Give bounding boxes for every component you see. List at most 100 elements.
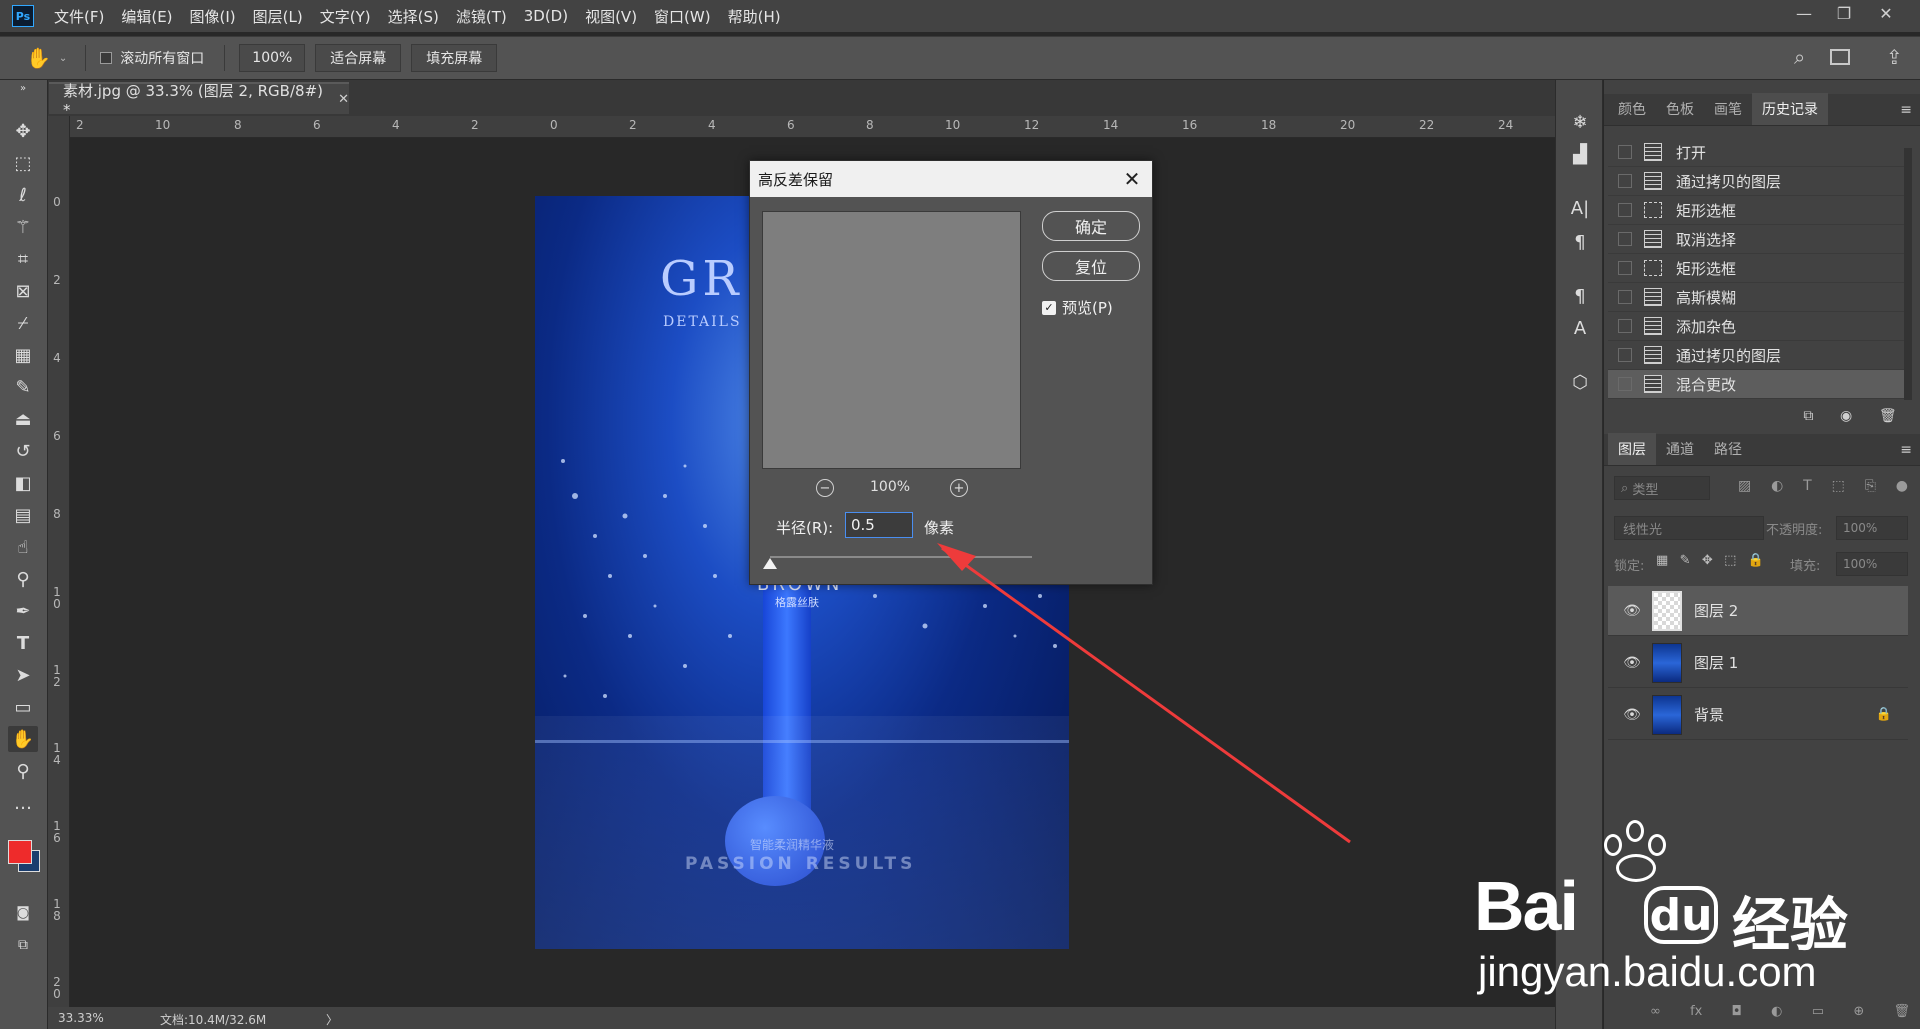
close-app-button[interactable]: ✕ [1866,0,1906,26]
restore-button[interactable]: ❐ [1824,0,1864,26]
smudge-tool-icon[interactable]: ☝ [8,534,38,560]
radius-input[interactable] [845,512,913,538]
panel-menu-icon[interactable]: ≡ [1900,102,1912,118]
tab-paths[interactable]: 路径 [1704,433,1752,465]
tab-layers[interactable]: 图层 [1608,433,1656,465]
eraser-tool-icon[interactable]: ◧ [8,470,38,496]
lock-artboard-icon[interactable]: ⬚ [1724,553,1736,573]
scroll-all-checkbox[interactable] [100,52,113,64]
menu-filter[interactable]: 滤镜(T) [456,6,507,27]
opacity-input[interactable]: 100% [1836,516,1908,540]
zoom-in-icon[interactable]: + [950,479,968,497]
layers-menu-icon[interactable]: ≡ [1900,442,1912,458]
layer-row[interactable]: 👁 背景 🔒 [1608,690,1908,740]
gradient-tool-icon[interactable]: ▤ [8,502,38,528]
minimize-button[interactable]: — [1784,0,1824,26]
zoom-tool-icon[interactable]: ⚲ [8,758,38,784]
layer-name[interactable]: 图层 2 [1694,600,1738,621]
healing-brush-tool-icon[interactable]: ▦ [8,342,38,368]
history-source-checkbox[interactable] [1618,377,1632,391]
history-source-checkbox[interactable] [1618,348,1632,362]
character-style-icon[interactable]: A [1568,316,1592,340]
fill-input[interactable]: 100% [1836,552,1908,576]
chevron-down-icon[interactable]: ⌄ [59,53,67,64]
history-source-checkbox[interactable] [1618,232,1632,246]
histogram-icon[interactable]: ▟ [1568,142,1592,166]
eye-icon[interactable]: 👁 [1622,655,1642,671]
marquee-tool-icon[interactable]: ⬚ [8,150,38,176]
layer-row[interactable]: 👁 图层 1 [1608,638,1908,688]
fill-screen-button[interactable]: 填充屏幕 [411,44,498,72]
screen-mode-icon[interactable]: ⧉ [8,932,38,958]
menu-view[interactable]: 视图(V) [585,6,637,27]
radius-slider-track[interactable] [770,556,1032,558]
paragraph-style-icon[interactable]: ¶ [1568,284,1592,308]
fit-screen-button[interactable]: 适合屏幕 [315,44,402,72]
history-item[interactable]: 通过拷贝的图层 [1608,167,1908,196]
dodge-tool-icon[interactable]: ⚲ [8,566,38,592]
lock-icon[interactable]: 🔒 [1876,707,1892,722]
move-tool-icon[interactable]: ✥ [8,118,38,144]
history-item[interactable]: 取消选择 [1608,225,1908,254]
document-tab[interactable]: 素材.jpg @ 33.3% (图层 2, RGB/8#) * ✕ [49,82,349,119]
history-item[interactable]: 矩形选框 [1608,196,1908,225]
layer-filter-dropdown[interactable]: ⌕ 类型 [1614,476,1710,500]
history-item[interactable]: 混合更改 [1608,370,1908,399]
status-arrow-icon[interactable]: 〉 [326,1011,338,1028]
delete-layer-icon[interactable]: 🗑 [1893,1004,1910,1026]
tab-brushes[interactable]: 画笔 [1704,93,1752,125]
filter-preview[interactable] [762,211,1021,469]
lock-image-icon[interactable]: ✎ [1680,553,1691,573]
history-brush-tool-icon[interactable]: ↺ [8,438,38,464]
type-tool-icon[interactable]: T [8,630,38,656]
tab-swatches[interactable]: 色板 [1656,93,1704,125]
history-item[interactable]: 通过拷贝的图层 [1608,341,1908,370]
menu-layer[interactable]: 图层(L) [253,6,303,27]
adjustment-icon[interactable]: ❄ [1568,110,1592,134]
filter-toggle-icon[interactable]: ● [1896,478,1908,498]
path-selection-tool-icon[interactable]: ➤ [8,662,38,688]
3d-icon[interactable]: ⬡ [1568,370,1592,394]
pixel-filter-icon[interactable]: ▨ [1738,478,1751,498]
menu-help[interactable]: 帮助(H) [728,6,781,27]
adjustment-filter-icon[interactable]: ◐ [1771,478,1783,498]
more-tools-icon[interactable]: … [8,790,38,816]
history-source-checkbox[interactable] [1618,203,1632,217]
history-item[interactable]: 高斯模糊 [1608,283,1908,312]
history-item[interactable]: 矩形选框 [1608,254,1908,283]
menu-file[interactable]: 文件(F) [54,6,104,27]
brush-tool-icon[interactable]: ✎ [8,374,38,400]
character-icon[interactable]: A| [1568,196,1592,220]
crop-tool-icon[interactable]: ⌗ [8,246,38,272]
lock-transparent-icon[interactable]: ▦ [1656,553,1668,573]
history-source-checkbox[interactable] [1618,174,1632,188]
eye-icon[interactable]: 👁 [1622,707,1642,723]
history-source-checkbox[interactable] [1618,290,1632,304]
menu-type[interactable]: 文字(Y) [320,6,371,27]
tab-color[interactable]: 颜色 [1608,93,1656,125]
layer-name[interactable]: 图层 1 [1694,652,1738,673]
workspace-icon[interactable] [1830,49,1850,65]
history-source-checkbox[interactable] [1618,319,1632,333]
menu-image[interactable]: 图像(I) [190,6,236,27]
reset-button[interactable]: 复位 [1042,251,1140,281]
preview-checkbox[interactable]: ✓ [1042,300,1056,315]
magic-wand-tool-icon[interactable]: ⚚ [8,214,38,240]
rectangle-tool-icon[interactable]: ▭ [8,694,38,720]
stamp-tool-icon[interactable]: ⏏ [8,406,38,432]
zoom-level-button[interactable]: 100% [239,44,306,72]
shape-filter-icon[interactable]: ⬚ [1832,478,1845,498]
snapshot-icon[interactable]: ◉ [1840,408,1852,432]
layer-row[interactable]: 👁 图层 2 [1608,586,1908,636]
menu-window[interactable]: 窗口(W) [654,6,711,27]
status-zoom[interactable]: 33.33% [58,1011,104,1025]
close-tab-icon[interactable]: ✕ [338,92,349,107]
radius-slider-thumb[interactable] [763,558,777,569]
dialog-close-button[interactable]: ✕ [1120,167,1144,191]
history-source-checkbox[interactable] [1618,261,1632,275]
type-filter-icon[interactable]: T [1803,478,1812,498]
ok-button[interactable]: 确定 [1042,211,1140,241]
hand-tool-icon-active[interactable]: ✋ [8,726,38,752]
lock-position-icon[interactable]: ✥ [1702,553,1713,573]
delete-state-icon[interactable]: 🗑 [1879,408,1897,432]
